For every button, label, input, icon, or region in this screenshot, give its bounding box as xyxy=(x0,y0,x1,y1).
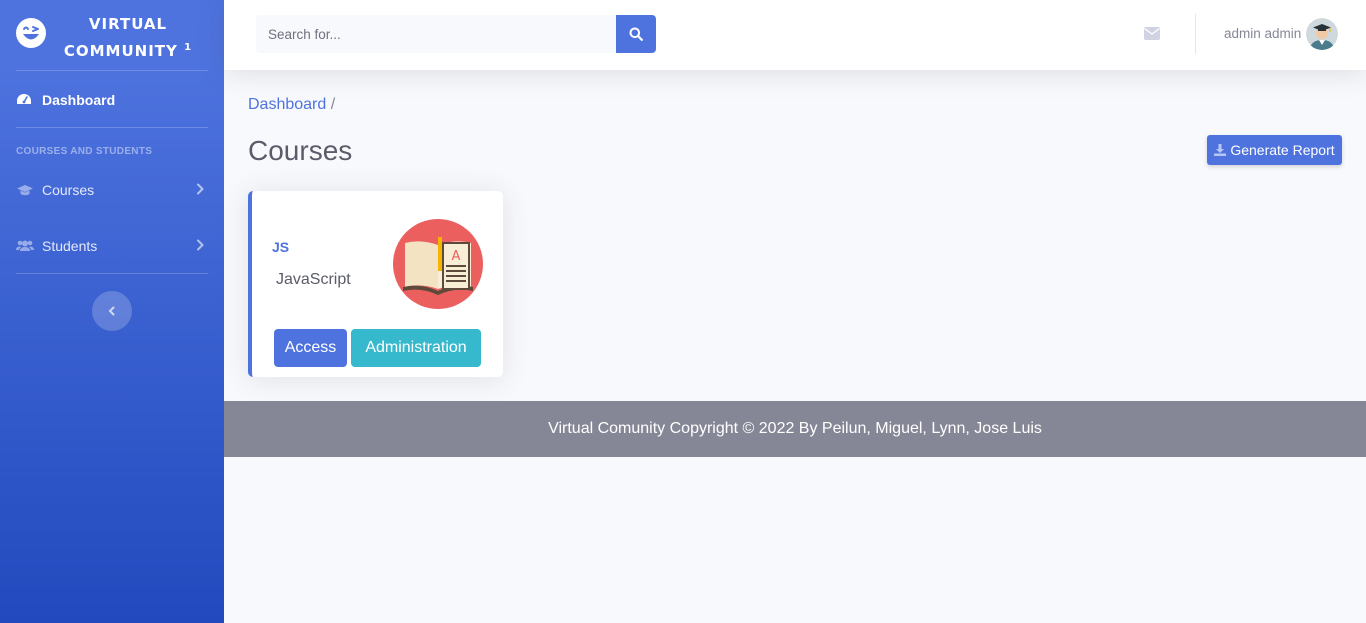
chevron-right-icon xyxy=(197,183,204,195)
search-button[interactable] xyxy=(616,15,656,53)
sidebar-heading: COURSES AND STUDENTS xyxy=(16,146,153,157)
access-button[interactable]: Access xyxy=(274,329,347,367)
sidebar-item-students[interactable]: Students xyxy=(0,226,224,266)
administration-button[interactable]: Administration xyxy=(351,329,481,367)
user-name[interactable]: admin admin xyxy=(1224,26,1301,41)
sidebar-item-courses[interactable]: Courses xyxy=(0,170,224,210)
brand-sup: 1 xyxy=(184,42,193,53)
course-name: JavaScript xyxy=(276,271,351,288)
sidebar-toggle-button[interactable] xyxy=(92,291,132,331)
breadcrumb-separator: / xyxy=(330,96,336,113)
topbar: admin admin xyxy=(224,0,1366,70)
course-code: JS xyxy=(272,239,290,255)
footer: Virtual Comunity Copyright © 2022 By Pei… xyxy=(224,401,1366,457)
sidebar-divider xyxy=(16,273,208,274)
graduate-avatar-icon xyxy=(1306,18,1338,50)
svg-text:A: A xyxy=(452,249,461,264)
brand-line2: COMMUNITY xyxy=(63,42,178,60)
book-icon: A xyxy=(393,219,483,309)
generate-report-button[interactable]: Generate Report xyxy=(1207,135,1342,165)
download-icon xyxy=(1214,144,1227,156)
chevron-left-icon xyxy=(108,306,115,316)
sidebar: VIRTUAL COMMUNITY 1 Dashboard COURSES AN… xyxy=(0,0,224,623)
laugh-wink-icon xyxy=(16,18,46,48)
users-icon xyxy=(16,239,34,253)
breadcrumb: Dashboard / xyxy=(248,96,335,114)
sidebar-divider xyxy=(16,70,208,71)
search-icon xyxy=(629,27,643,41)
chevron-right-icon xyxy=(197,239,204,251)
sidebar-item-dashboard[interactable]: Dashboard xyxy=(0,80,224,120)
breadcrumb-dashboard-link[interactable]: Dashboard xyxy=(248,96,326,113)
brand-name: VIRTUAL COMMUNITY 1 xyxy=(58,12,198,63)
sidebar-item-label: Students xyxy=(42,238,98,254)
brand-line1: VIRTUAL xyxy=(88,15,168,33)
brand[interactable]: VIRTUAL COMMUNITY 1 xyxy=(0,0,224,70)
graduation-cap-icon xyxy=(16,183,34,197)
tachometer-icon xyxy=(16,93,34,107)
search-bar xyxy=(256,15,656,53)
footer-copyright: Virtual Comunity Copyright © 2022 By Pei… xyxy=(548,420,1042,437)
sidebar-item-label: Courses xyxy=(42,182,95,198)
course-card: JS JavaScript A Access Administration xyxy=(248,191,503,377)
page-title: Courses xyxy=(248,135,353,166)
envelope-icon[interactable] xyxy=(1144,27,1160,40)
generate-report-label: Generate Report xyxy=(1230,142,1335,158)
search-input[interactable] xyxy=(256,15,616,53)
topbar-divider xyxy=(1195,14,1196,54)
avatar[interactable] xyxy=(1306,18,1338,50)
sidebar-item-label: Dashboard xyxy=(42,92,116,108)
sidebar-divider xyxy=(16,127,208,128)
